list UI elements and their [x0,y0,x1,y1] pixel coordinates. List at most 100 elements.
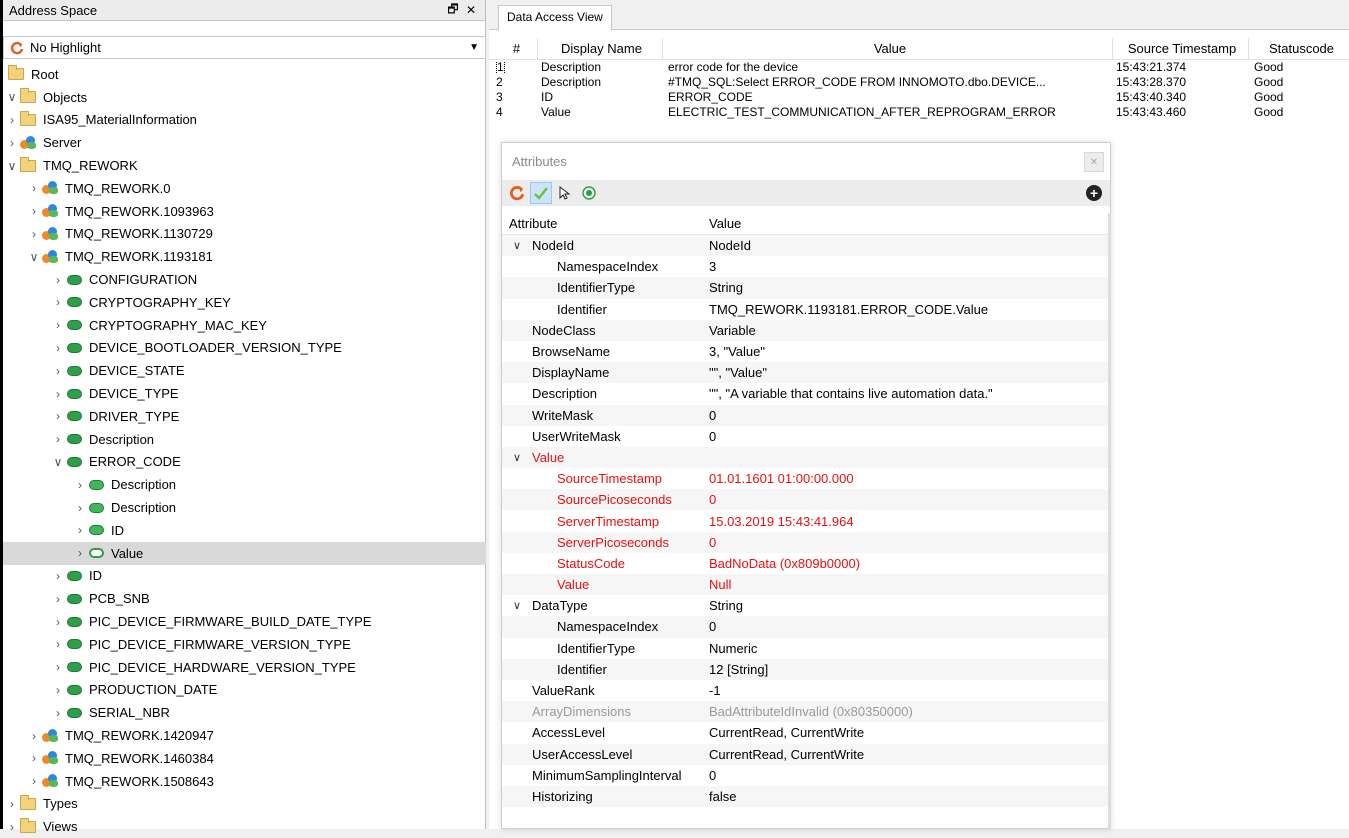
attribute-row[interactable]: StatusCode BadNoData (0x809b0000) [502,553,1108,574]
check-button[interactable] [530,182,552,204]
tree-item[interactable]: › PIC_DEVICE_FIRMWARE_BUILD_DATE_TYPE [3,610,486,633]
subscribe-button[interactable] [578,182,600,204]
attribute-row[interactable]: SourceTimestamp 01.01.1601 01:00:00.000 [502,468,1108,489]
chevron-right-icon[interactable]: › [73,478,87,492]
chevron-right-icon[interactable]: › [51,295,65,309]
chevron-right-icon[interactable]: › [51,409,65,423]
chevron-right-icon[interactable]: › [51,341,65,355]
attribute-row[interactable]: ∨ NodeId NodeId [502,235,1108,257]
tree-item[interactable]: › TMQ_REWORK.1508643 [3,770,486,793]
chevron-right-icon[interactable]: › [51,273,65,287]
select-button[interactable] [554,182,576,204]
chevron-right-icon[interactable]: › [51,683,65,697]
tree-item[interactable]: › CRYPTOGRAPHY_MAC_KEY [3,314,486,337]
attribute-row[interactable]: UserAccessLevel CurrentRead, CurrentWrite [502,743,1108,765]
tree-item[interactable]: › TMQ_REWORK.1420947 [3,724,486,747]
chevron-down-icon[interactable]: ∨ [51,455,65,469]
attribute-row[interactable]: ServerPicoseconds 0 [502,531,1108,553]
tree-item[interactable]: › DRIVER_TYPE [3,405,486,428]
tree-item[interactable]: › PCB_SNB [3,587,486,610]
chevron-right-icon[interactable]: › [5,820,19,834]
chevron-right-icon[interactable]: › [51,637,65,651]
chevron-down-icon[interactable]: ∨ [509,239,525,252]
chevron-down-icon[interactable]: ∨ [509,599,525,612]
chevron-right-icon[interactable]: › [5,136,19,150]
chevron-right-icon[interactable]: › [73,501,87,515]
tree-item[interactable]: › ID [3,565,486,588]
chevron-right-icon[interactable]: › [51,318,65,332]
chevron-right-icon[interactable]: › [27,774,41,788]
tree-item[interactable]: › TMQ_REWORK.1093963 [3,200,486,223]
attribute-row[interactable]: ∨ Value [502,446,1108,469]
attribute-row[interactable]: ∨ DataType String [502,595,1108,616]
chevron-right-icon[interactable]: › [51,615,65,629]
chevron-right-icon[interactable]: › [51,432,65,446]
column-header-attribute[interactable]: Attribute [502,216,705,231]
attribute-row[interactable]: ServerTimestamp 15.03.2019 15:43:41.964 [502,510,1108,531]
tree-item[interactable]: › ID [3,519,486,542]
add-icon[interactable]: + [1086,185,1102,201]
chevron-right-icon[interactable]: › [51,706,65,720]
tab-data-access-view[interactable]: Data Access View [498,5,612,31]
table-row[interactable]: 4 Value ELECTRIC_TEST_COMMUNICATION_AFTER_… [489,105,1349,120]
table-row[interactable]: 2 Description #TMQ_SQL:Select ERROR_CODE F… [489,75,1349,90]
tree-item[interactable]: › TMQ_REWORK.1130729 [3,223,486,246]
close-icon[interactable]: ✕ [1084,152,1104,172]
tree-item[interactable]: ∨ TMQ_REWORK [3,154,486,177]
column-header-value[interactable]: Value [705,216,741,231]
attribute-row[interactable]: MinimumSamplingInterval 0 [502,765,1108,786]
tree-item[interactable]: › Description [3,473,486,496]
attribute-row[interactable]: Historizing false [502,785,1108,808]
attribute-row[interactable]: Value Null [502,574,1108,596]
attribute-row[interactable]: AccessLevel CurrentRead, CurrentWrite [502,722,1108,743]
tree-item[interactable]: ∨ TMQ_REWORK.1193181 [3,245,486,268]
tree-item[interactable]: ∨ ERROR_CODE [3,451,486,474]
column-header-display-name[interactable]: Display Name [538,37,663,60]
attribute-row[interactable]: ArrayDimensions BadAttributeIdInvalid (0x… [502,701,1108,723]
tree-item[interactable]: › Description [3,428,486,451]
attribute-row[interactable]: ValueRank -1 [502,680,1108,701]
table-row[interactable]: 1 Description error code for the device 15:… [489,60,1349,75]
attribute-row[interactable]: NamespaceIndex 3 [502,256,1108,277]
tree-item[interactable]: › PIC_DEVICE_HARDWARE_VERSION_TYPE [3,656,486,679]
column-header-value[interactable]: Value [663,37,1113,60]
chevron-right-icon[interactable]: › [73,546,87,560]
attribute-row[interactable]: Description "", "A variable that contains… [502,383,1108,404]
attribute-row[interactable]: WriteMask 0 [502,404,1108,426]
tree-item[interactable]: › DEVICE_BOOTLOADER_VERSION_TYPE [3,337,486,360]
attribute-row[interactable]: Identifier TMQ_REWORK.1193181.ERROR_CODE.… [502,299,1108,320]
chevron-right-icon[interactable]: › [51,592,65,606]
chevron-right-icon[interactable]: › [27,227,41,241]
chevron-down-icon[interactable]: ∨ [509,451,525,464]
column-header-source-timestamp[interactable]: Source Timestamp [1113,37,1249,60]
tree-item[interactable]: Root [3,63,486,86]
chevron-right-icon[interactable]: › [27,751,41,765]
attribute-row[interactable]: DisplayName "", "Value" [502,362,1108,384]
attribute-row[interactable]: NodeClass Variable [502,319,1108,341]
chevron-right-icon[interactable]: › [51,569,65,583]
tree-item[interactable]: › PRODUCTION_DATE [3,679,486,702]
tree-item[interactable]: › DEVICE_TYPE [3,382,486,405]
chevron-right-icon[interactable]: › [51,364,65,378]
tree-item[interactable]: › CONFIGURATION [3,268,486,291]
attribute-row[interactable]: IdentifierType Numeric [502,638,1108,659]
tree-item[interactable]: › SERIAL_NBR [3,701,486,724]
chevron-right-icon[interactable]: › [51,387,65,401]
tree-item[interactable]: › DEVICE_STATE [3,359,486,382]
table-row[interactable]: 3 ID ERROR_CODE 15:43:40.340 Good [489,90,1349,105]
tree-item[interactable]: › CRYPTOGRAPHY_KEY [3,291,486,314]
tree-item[interactable]: › ISA95_MaterialInformation [3,109,486,132]
attribute-row[interactable]: Identifier 12 [String] [502,658,1108,680]
attributes-scrollbar[interactable] [1108,213,1111,830]
tree-item[interactable]: › PIC_DEVICE_FIRMWARE_VERSION_TYPE [3,633,486,656]
chevron-down-icon[interactable]: ∨ [5,90,19,104]
chevron-right-icon[interactable]: › [73,523,87,537]
chevron-down-icon[interactable]: ∨ [5,159,19,173]
tree-item[interactable]: › Value [3,541,486,565]
chevron-right-icon[interactable]: › [5,797,19,811]
chevron-down-icon[interactable]: ∨ [27,250,41,264]
attribute-row[interactable]: IdentifierType String [502,277,1108,299]
tree-item[interactable]: › Server [3,131,486,154]
tree-item[interactable]: ∨ Objects [3,86,486,109]
tree-item[interactable]: › Views [3,815,486,838]
